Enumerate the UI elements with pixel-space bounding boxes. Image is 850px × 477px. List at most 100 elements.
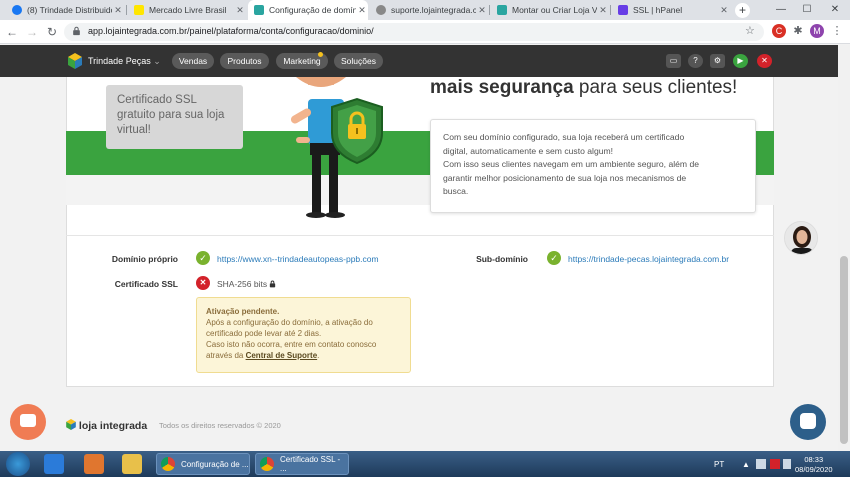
window-close-button[interactable]: ✕ bbox=[824, 0, 846, 20]
action-center-icon[interactable] bbox=[770, 459, 780, 469]
volume-icon[interactable] bbox=[783, 459, 791, 469]
reload-icon[interactable]: ↻ bbox=[44, 23, 60, 41]
notification-dot bbox=[318, 52, 323, 57]
subdomain-label: Sub-domínio bbox=[476, 254, 528, 264]
tab-suporte[interactable]: suporte.lojaintegrada.com ✕ bbox=[370, 0, 488, 20]
close-icon[interactable]: ✕ bbox=[112, 5, 124, 16]
monitor-icon[interactable]: ▭ bbox=[666, 54, 681, 68]
info-line: garantir melhor posicionamento de sua lo… bbox=[443, 172, 687, 183]
hero-headline: mais segurança para seus clientes! bbox=[430, 77, 737, 99]
extensions-puzzle-icon[interactable]: ✱ bbox=[791, 24, 805, 38]
chat-bubble-icon bbox=[20, 414, 36, 427]
tab-montar-loja[interactable]: Montar ou Criar Loja Virtual ✕ bbox=[491, 0, 609, 20]
pending-activation-warning: Ativação pendente. Após a configuração d… bbox=[196, 297, 411, 373]
back-arrow-icon[interactable]: ← bbox=[4, 23, 20, 41]
help-icon[interactable]: ? bbox=[688, 54, 703, 68]
ssl-value: SHA-256 bits bbox=[217, 279, 276, 289]
tab-title: SSL | hPanel bbox=[633, 5, 683, 15]
loja-integrada-icon bbox=[254, 5, 264, 15]
close-icon[interactable]: ✕ bbox=[597, 5, 609, 16]
footer-logo-text: loja integrada bbox=[78, 420, 148, 432]
warning-line: certificado pode levar até 2 dias. bbox=[206, 329, 322, 338]
tab-divider bbox=[610, 5, 611, 15]
bookmark-star-icon[interactable]: ☆ bbox=[745, 24, 755, 37]
loja-integrada-logo-icon bbox=[66, 419, 76, 430]
gear-icon[interactable]: ⚙ bbox=[710, 54, 725, 68]
extension-red-icon[interactable]: C bbox=[772, 24, 786, 38]
tab-facebook[interactable]: (8) Trindade Distribuidor ✕ bbox=[6, 0, 124, 20]
warning-title: Ativação pendente. bbox=[206, 307, 280, 316]
close-icon[interactable]: ✕ bbox=[234, 5, 246, 16]
url-text[interactable]: app.lojaintegrada.com.br/painel/platafor… bbox=[88, 26, 374, 36]
lock-icon bbox=[73, 26, 80, 36]
browser-menu-icon[interactable]: ⋮ bbox=[830, 24, 844, 38]
taskbar-item-label: Configuração de ... bbox=[181, 459, 249, 469]
clock-date: 08/09/2020 bbox=[795, 465, 833, 474]
copyright-text: Todos os direitos reservados © 2020 bbox=[159, 421, 281, 430]
warning-line: Após a configuração do domínio, a ativaç… bbox=[206, 318, 373, 327]
info-line: Com isso seus clientes navegam em um amb… bbox=[443, 159, 700, 169]
close-icon[interactable]: ✕ bbox=[718, 5, 730, 16]
warning-suffix: . bbox=[317, 351, 320, 360]
tab-hpanel[interactable]: SSL | hPanel ✕ bbox=[612, 0, 730, 20]
own-domain-label: Domínio próprio bbox=[111, 254, 178, 264]
headline-rest: para seus clientes! bbox=[573, 77, 738, 98]
forward-arrow-icon[interactable]: → bbox=[24, 23, 40, 41]
tab-title: (8) Trindade Distribuidor bbox=[27, 5, 112, 15]
tab-mercado-livre[interactable]: Mercado Livre Brasil ✕ bbox=[128, 0, 246, 20]
file-explorer-icon[interactable] bbox=[122, 454, 142, 474]
support-agent-avatar[interactable] bbox=[784, 221, 818, 255]
taskbar-item-label: Certificado SSL - ... bbox=[280, 455, 341, 473]
chrome-icon bbox=[161, 457, 175, 471]
system-clock[interactable]: 08:33 08/09/2020 bbox=[795, 455, 833, 475]
globe-icon bbox=[376, 5, 386, 15]
support-center-link[interactable]: Central de Suporte bbox=[246, 351, 318, 360]
loja-integrada-logo-icon[interactable] bbox=[68, 53, 82, 69]
new-tab-button[interactable]: + bbox=[735, 3, 750, 18]
check-icon: ✓ bbox=[196, 251, 210, 265]
ssl-label: Certificado SSL bbox=[114, 279, 178, 289]
nav-solucoes[interactable]: Soluções bbox=[334, 53, 383, 69]
chevron-down-icon: ⌄ bbox=[153, 56, 161, 66]
minimize-button[interactable]: — bbox=[770, 0, 792, 20]
close-icon[interactable]: ✕ bbox=[476, 5, 488, 16]
intercom-chat-button[interactable] bbox=[790, 404, 826, 440]
ssl-info-box: Com seu domínio configurado, sua loja re… bbox=[430, 119, 756, 213]
clock-time: 08:33 bbox=[804, 455, 824, 464]
taskbar-item-chrome-2[interactable]: Certificado SSL - ... bbox=[255, 453, 349, 475]
subdomain-link[interactable]: https://trindade-pecas.lojaintegrada.com… bbox=[568, 254, 729, 264]
start-button[interactable] bbox=[6, 452, 30, 476]
close-icon[interactable]: ✕ bbox=[757, 54, 772, 68]
tab-divider bbox=[489, 5, 490, 15]
network-icon[interactable] bbox=[756, 459, 766, 469]
section-divider bbox=[66, 235, 774, 236]
close-icon[interactable]: ✕ bbox=[356, 5, 368, 16]
tray-arrow-icon[interactable]: ▲ bbox=[742, 460, 750, 469]
tab-title: Configuração de domínio bbox=[269, 5, 356, 15]
profile-avatar[interactable]: M bbox=[810, 24, 824, 38]
language-indicator[interactable]: PT bbox=[714, 460, 724, 469]
taskbar-item-chrome-1[interactable]: Configuração de ... bbox=[156, 453, 250, 475]
internet-explorer-icon[interactable] bbox=[44, 454, 64, 474]
agent-portrait-icon bbox=[785, 222, 817, 254]
tab-title: Montar ou Criar Loja Virtual bbox=[512, 5, 597, 15]
maximize-button[interactable]: ☐ bbox=[796, 0, 818, 20]
ssl-value-text: SHA-256 bits bbox=[217, 279, 268, 289]
store-name: Trindade Peças bbox=[88, 56, 151, 66]
play-icon[interactable]: ▶ bbox=[733, 54, 748, 68]
own-domain-link[interactable]: https://www.xn--trindadeautopeas-ppb.com bbox=[217, 254, 379, 264]
nav-vendas[interactable]: Vendas bbox=[172, 53, 214, 69]
ssl-speech-bubble: Certificado SSL gratuito para sua loja v… bbox=[106, 85, 243, 149]
chat-launcher-button[interactable] bbox=[10, 404, 46, 440]
tab-configuracao-dominio[interactable]: Configuração de domínio ✕ bbox=[248, 0, 368, 20]
lock-icon bbox=[270, 280, 276, 288]
tab-divider bbox=[126, 5, 127, 15]
page-scrollbar-thumb[interactable] bbox=[840, 256, 848, 444]
info-line: digital, automaticamente e sem custo alg… bbox=[443, 145, 614, 156]
message-icon bbox=[800, 413, 816, 429]
footer-logo[interactable]: loja integrada bbox=[66, 419, 147, 432]
info-line: Com seu domínio configurado, sua loja re… bbox=[443, 132, 685, 142]
media-player-icon[interactable] bbox=[84, 454, 104, 474]
store-name-dropdown[interactable]: Trindade Peças ⌄ bbox=[88, 56, 161, 67]
nav-produtos[interactable]: Produtos bbox=[220, 53, 269, 69]
